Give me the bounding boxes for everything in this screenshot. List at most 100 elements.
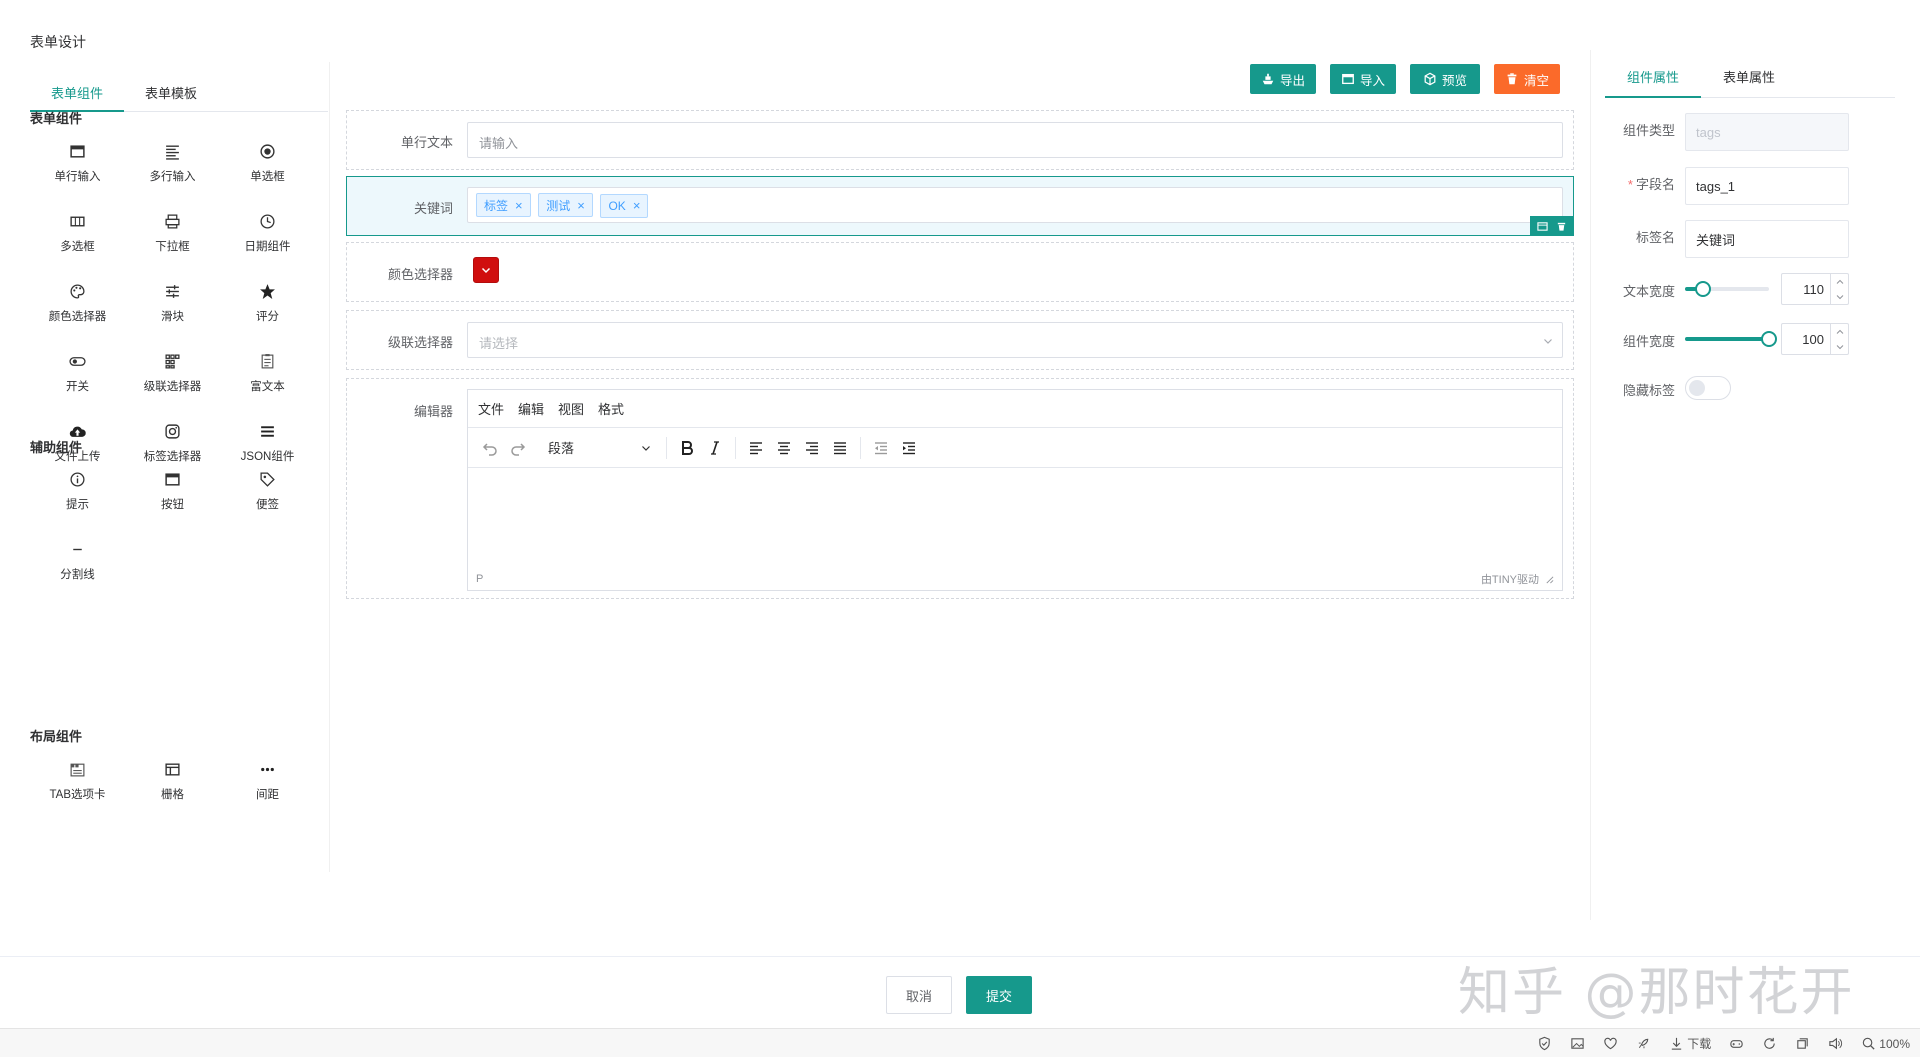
component-single-input[interactable]: 单行输入 [30, 132, 125, 202]
align-left-button[interactable] [742, 434, 770, 462]
bold-icon [682, 440, 693, 455]
tab-form-templates[interactable]: 表单模板 [124, 76, 218, 112]
component-tabs[interactable]: TAB选项卡 [30, 750, 125, 820]
text-width-slider[interactable] [1685, 281, 1769, 297]
clear-button[interactable]: 清空 [1494, 64, 1560, 94]
cancel-button[interactable]: 取消 [886, 976, 952, 1014]
zoom-item[interactable]: 100% [1861, 1036, 1910, 1051]
gamepad-icon[interactable] [1729, 1036, 1744, 1051]
form-item-keywords[interactable]: 关键词 标签 × 测试 × OK × [346, 176, 1574, 236]
form-item-editor[interactable]: 编辑器 文件 编辑 视图 格式 段落 P 由TINY驱动 [346, 378, 1574, 599]
menu-format[interactable]: 格式 [598, 399, 624, 418]
bold-button[interactable] [673, 434, 701, 462]
component-rich-text[interactable]: 富文本 [220, 342, 315, 412]
chevron-up-icon[interactable] [1836, 278, 1844, 286]
chevron-down-icon[interactable] [1836, 343, 1844, 351]
text-width-number[interactable]: 110 [1781, 273, 1849, 305]
copy-icon[interactable] [1537, 221, 1548, 232]
tag-text: 标签 [484, 198, 509, 213]
rocket-icon[interactable] [1636, 1036, 1651, 1051]
block-format-select[interactable]: 段落 [540, 434, 660, 462]
window-restore-icon[interactable] [1795, 1036, 1810, 1051]
field-name-value: tags_1 [1696, 178, 1736, 194]
form-item-single-text[interactable]: 单行文本 请输入 [346, 110, 1574, 170]
component-rate[interactable]: 评分 [220, 272, 315, 342]
form-item-color-picker[interactable]: 颜色选择器 [346, 242, 1574, 302]
export-button[interactable]: 导出 [1250, 64, 1316, 94]
undo-button[interactable] [476, 434, 504, 462]
stepper-arrows [1830, 274, 1848, 304]
cascader-select[interactable]: 请选择 [467, 322, 1563, 358]
tag-text: 测试 [546, 198, 571, 213]
italic-button[interactable] [701, 434, 729, 462]
tag-close-icon[interactable]: × [633, 198, 641, 213]
component-width-slider[interactable] [1685, 331, 1777, 347]
component-switch[interactable]: 开关 [30, 342, 125, 412]
refresh-icon[interactable] [1762, 1036, 1777, 1051]
single-text-input[interactable]: 请输入 [467, 122, 1563, 158]
chevron-up-icon[interactable] [1836, 328, 1844, 336]
preview-button[interactable]: 预览 [1410, 64, 1480, 94]
component-cascader[interactable]: 级联选择器 [125, 342, 220, 412]
component-multi-input[interactable]: 多行输入 [125, 132, 220, 202]
editor-content-area[interactable] [468, 468, 1562, 570]
align-center-button[interactable] [770, 434, 798, 462]
element-path[interactable]: P [476, 573, 483, 585]
toolbar-separator [735, 436, 736, 459]
menu-view[interactable]: 视图 [558, 399, 584, 418]
component-select[interactable]: 下拉框 [125, 202, 220, 272]
align-right-button[interactable] [798, 434, 826, 462]
component-color-picker[interactable]: 颜色选择器 [30, 272, 125, 342]
import-button[interactable]: 导入 [1330, 64, 1396, 94]
menu-file[interactable]: 文件 [478, 399, 504, 418]
delete-icon[interactable] [1556, 221, 1567, 232]
align-justify-button[interactable] [826, 434, 854, 462]
tag-close-icon[interactable]: × [577, 198, 585, 213]
resize-handle-icon[interactable] [1545, 575, 1554, 584]
chevron-down-icon [481, 267, 491, 274]
tag-close-icon[interactable]: × [515, 198, 523, 213]
download-item[interactable]: 下载 [1669, 1035, 1711, 1052]
trash-icon [1507, 73, 1517, 85]
component-slider[interactable]: 滑块 [125, 272, 220, 342]
hide-label-switch[interactable] [1685, 376, 1731, 400]
slider-icon [164, 280, 181, 302]
menu-edit[interactable]: 编辑 [518, 399, 544, 418]
outdent-button[interactable] [867, 434, 895, 462]
indent-button[interactable] [895, 434, 923, 462]
component-label: 日期组件 [244, 241, 291, 253]
tab-component-props[interactable]: 组件属性 [1605, 60, 1701, 98]
component-alert[interactable]: 提示 [30, 460, 125, 530]
component-button[interactable]: 按钮 [125, 460, 220, 530]
tag-name-input[interactable]: 关键词 [1685, 220, 1849, 258]
slider-handle[interactable] [1695, 281, 1712, 297]
speaker-icon[interactable] [1828, 1036, 1843, 1051]
stepper-arrows [1830, 324, 1848, 354]
tag-select-icon [164, 420, 181, 442]
redo-button[interactable] [504, 434, 532, 462]
slider-handle[interactable] [1761, 331, 1777, 347]
field-name-input[interactable]: tags_1 [1685, 167, 1849, 205]
chevron-down-icon[interactable] [1836, 293, 1844, 301]
undo-icon [482, 442, 497, 456]
rich-text-editor[interactable]: 文件 编辑 视图 格式 段落 P 由TINY驱动 [467, 389, 1563, 591]
button-icon [164, 468, 181, 490]
component-width-number[interactable]: 100 [1781, 323, 1849, 355]
image-icon[interactable] [1570, 1036, 1585, 1051]
keywords-tag-input[interactable]: 标签 × 测试 × OK × [467, 187, 1563, 223]
color-picker-trigger[interactable] [473, 257, 499, 283]
component-checkbox[interactable]: 多选框 [30, 202, 125, 272]
submit-button[interactable]: 提交 [966, 976, 1032, 1014]
component-spacing[interactable]: 间距 [220, 750, 315, 820]
heart-icon[interactable] [1603, 1036, 1618, 1051]
component-divider[interactable]: 分割线 [30, 530, 125, 600]
tab-form-components[interactable]: 表单组件 [30, 76, 124, 112]
component-grid[interactable]: 栅格 [125, 750, 220, 820]
tab-form-props[interactable]: 表单属性 [1701, 60, 1797, 98]
branding-text[interactable]: 由TINY驱动 [1481, 571, 1539, 587]
form-item-cascader[interactable]: 级联选择器 请选择 [346, 310, 1574, 370]
component-radio[interactable]: 单选框 [220, 132, 315, 202]
component-note[interactable]: 便签 [220, 460, 315, 530]
component-date[interactable]: 日期组件 [220, 202, 315, 272]
shield-icon[interactable] [1537, 1036, 1552, 1051]
